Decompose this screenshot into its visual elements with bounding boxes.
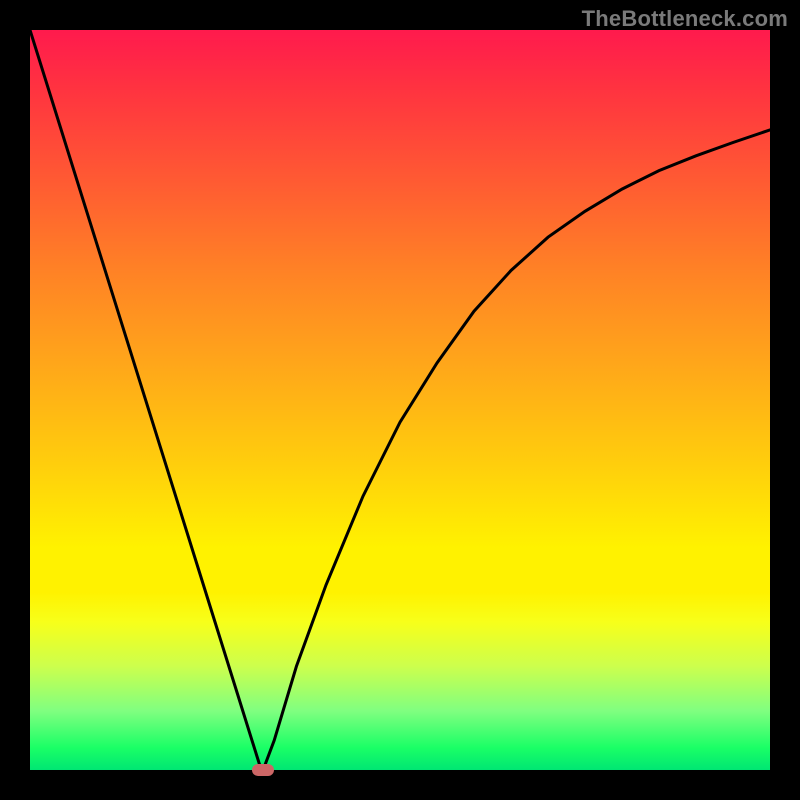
curve-path	[30, 30, 770, 770]
plot-area	[30, 30, 770, 770]
bottleneck-curve	[30, 30, 770, 770]
watermark-text: TheBottleneck.com	[582, 6, 788, 32]
minimum-marker	[252, 764, 274, 776]
